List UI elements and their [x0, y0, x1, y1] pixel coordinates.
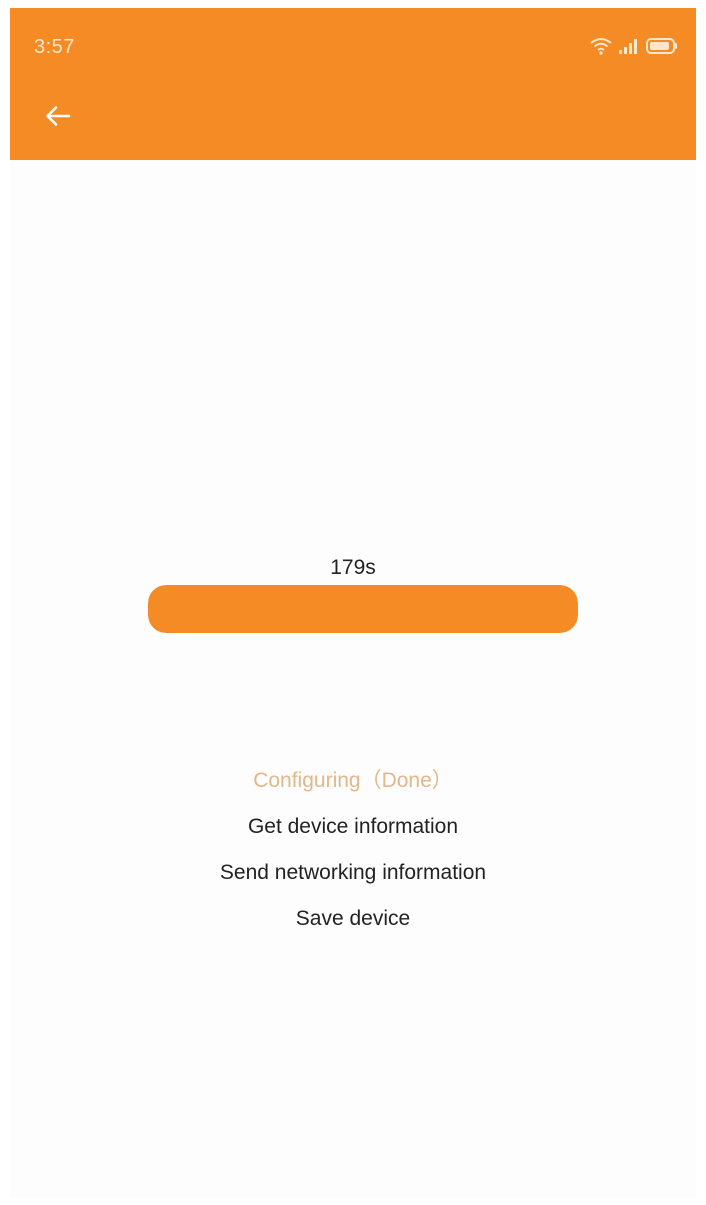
progress-bar-fill: [148, 585, 578, 633]
step-configuring: Configuring（Done）: [253, 769, 453, 792]
step-list: Configuring（Done） Get device information…: [10, 758, 696, 942]
step-get-device-information: Get device information: [247, 815, 459, 838]
app-bar: 3:57: [10, 8, 696, 160]
back-button[interactable]: [40, 100, 76, 136]
signal-icon: [618, 37, 640, 55]
progress-bar: [148, 585, 578, 633]
step-save-device: Save device: [295, 907, 411, 930]
status-icons: [590, 36, 678, 56]
app-screen: 3:57 179s Configuring（Done） Get device i…: [10, 8, 696, 1198]
configuration-content: 179s Configuring（Done） Get device inform…: [10, 160, 696, 1198]
step-send-networking-information: Send networking information: [219, 861, 487, 884]
countdown-timer: 179s: [330, 556, 376, 579]
status-bar: 3:57: [10, 8, 696, 78]
status-time: 3:57: [34, 36, 75, 58]
wifi-icon: [590, 37, 612, 55]
arrow-left-icon: [45, 105, 71, 132]
battery-icon: [646, 37, 678, 55]
